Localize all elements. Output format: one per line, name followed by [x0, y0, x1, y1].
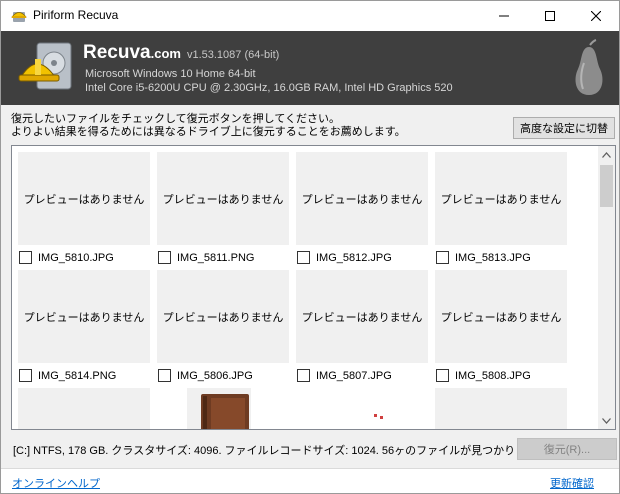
photo-thumbnail	[157, 388, 289, 429]
no-preview-placeholder: プレビューはありません	[18, 152, 150, 245]
file-thumbnail-grid[interactable]: プレビューはありません IMG_5810.JPG プレビューはありません IMG…	[11, 145, 616, 430]
no-preview-placeholder: プレビューはありません	[435, 152, 567, 245]
file-name: IMG_5806.JPG	[177, 370, 253, 382]
scan-status-text: [C:] NTFS, 178 GB. クラスタサイズ: 4096. ファイルレコ…	[13, 445, 568, 457]
brand-suffix: .com	[150, 46, 181, 61]
instruction-line-2: よりよい結果を得るためには異なるドライブ上に復元することをお薦めします。	[11, 126, 406, 138]
vertical-scrollbar[interactable]	[598, 146, 615, 429]
no-preview-placeholder: プレビューはありません	[296, 152, 428, 245]
brand-name: Recuva	[83, 42, 151, 63]
file-tile[interactable]	[296, 388, 428, 429]
hardware-info: Intel Core i5-6200U CPU @ 2.30GHz, 16.0G…	[85, 82, 453, 94]
scroll-down-button[interactable]	[598, 412, 615, 429]
scroll-up-button[interactable]	[598, 146, 615, 163]
online-help-link[interactable]: オンラインヘルプ	[12, 475, 100, 491]
recuva-app-icon	[11, 8, 27, 24]
window-title: Piriform Recuva	[33, 8, 119, 22]
close-button[interactable]	[573, 1, 619, 31]
file-name: IMG_5812.JPG	[316, 252, 392, 264]
file-name: IMG_5814.PNG	[38, 370, 117, 382]
chevron-up-icon	[602, 151, 611, 158]
no-preview-placeholder: プレビューはありません	[296, 270, 428, 363]
file-name: IMG_5810.JPG	[38, 252, 114, 264]
file-tile[interactable]: プレビューはありません IMG_5807.JPG	[296, 270, 428, 382]
version-label: v1.53.1087 (64-bit)	[186, 49, 280, 61]
file-tile[interactable]: プレビューはありません IMG_5814.PNG	[18, 270, 150, 382]
file-tile[interactable]: プレビューはありません IMG_5806.JPG	[157, 270, 289, 382]
no-preview-placeholder: プレビューはありません	[18, 270, 150, 363]
instructions-text: 復元したいファイルをチェックして復元ボタンを押してください。 よりよい結果を得る…	[11, 113, 406, 139]
file-checkbox[interactable]	[436, 251, 449, 264]
header-banner: Recuva.com v1.53.1087 (64-bit) Microsoft …	[1, 31, 619, 105]
advanced-mode-button[interactable]: 高度な設定に切替	[513, 117, 615, 139]
file-checkbox[interactable]	[19, 369, 32, 382]
no-preview-placeholder: プレビューはありません	[157, 270, 289, 363]
chevron-down-icon	[602, 417, 611, 424]
instruction-line-1: 復元したいファイルをチェックして復元ボタンを押してください。	[11, 113, 341, 125]
file-tile[interactable]	[435, 388, 567, 429]
close-icon	[591, 11, 601, 21]
recover-button[interactable]: 復元(R)...	[517, 438, 617, 460]
footer-bar: オンラインヘルプ 更新確認	[1, 469, 619, 493]
brand-title: Recuva.com v1.53.1087 (64-bit)	[83, 42, 279, 64]
maximize-button[interactable]	[527, 1, 573, 31]
recuva-logo-icon	[17, 37, 77, 99]
minimize-icon	[499, 15, 509, 17]
app-window: Piriform Recuva Recuva.com v1.53.1087 (64…	[0, 0, 620, 494]
file-tile[interactable]: プレビューはありません IMG_5811.PNG	[157, 152, 289, 264]
thumbnail-placeholder	[18, 388, 150, 429]
file-name: IMG_5807.JPG	[316, 370, 392, 382]
photo-image	[296, 388, 428, 429]
piriform-pear-icon	[569, 39, 609, 99]
thumbnail-area: プレビューはありません IMG_5810.JPG プレビューはありません IMG…	[12, 146, 598, 429]
file-tile[interactable]: プレビューはありません IMG_5810.JPG	[18, 152, 150, 264]
minimize-button[interactable]	[481, 1, 527, 31]
no-preview-placeholder: プレビューはありません	[435, 270, 567, 363]
file-tile-photo[interactable]	[157, 388, 289, 429]
thumbnail-placeholder	[296, 388, 428, 429]
thumbnail-placeholder	[435, 388, 567, 429]
no-preview-placeholder: プレビューはありません	[157, 152, 289, 245]
file-checkbox[interactable]	[158, 369, 171, 382]
file-checkbox[interactable]	[19, 251, 32, 264]
file-checkbox[interactable]	[297, 251, 310, 264]
file-tile[interactable]	[18, 388, 150, 429]
os-info: Microsoft Windows 10 Home 64-bit	[85, 68, 256, 80]
title-bar[interactable]: Piriform Recuva	[1, 1, 619, 31]
file-name: IMG_5808.JPG	[455, 370, 531, 382]
file-checkbox[interactable]	[436, 369, 449, 382]
check-updates-link[interactable]: 更新確認	[550, 475, 594, 491]
file-name: IMG_5811.PNG	[177, 252, 255, 264]
file-tile[interactable]: プレビューはありません IMG_5812.JPG	[296, 152, 428, 264]
scrollbar-thumb[interactable]	[600, 165, 613, 207]
file-checkbox[interactable]	[297, 369, 310, 382]
file-checkbox[interactable]	[158, 251, 171, 264]
file-tile[interactable]: プレビューはありません IMG_5813.JPG	[435, 152, 567, 264]
file-tile[interactable]: プレビューはありません IMG_5808.JPG	[435, 270, 567, 382]
photo-image	[157, 388, 289, 429]
maximize-icon	[545, 11, 555, 21]
file-name: IMG_5813.JPG	[455, 252, 531, 264]
